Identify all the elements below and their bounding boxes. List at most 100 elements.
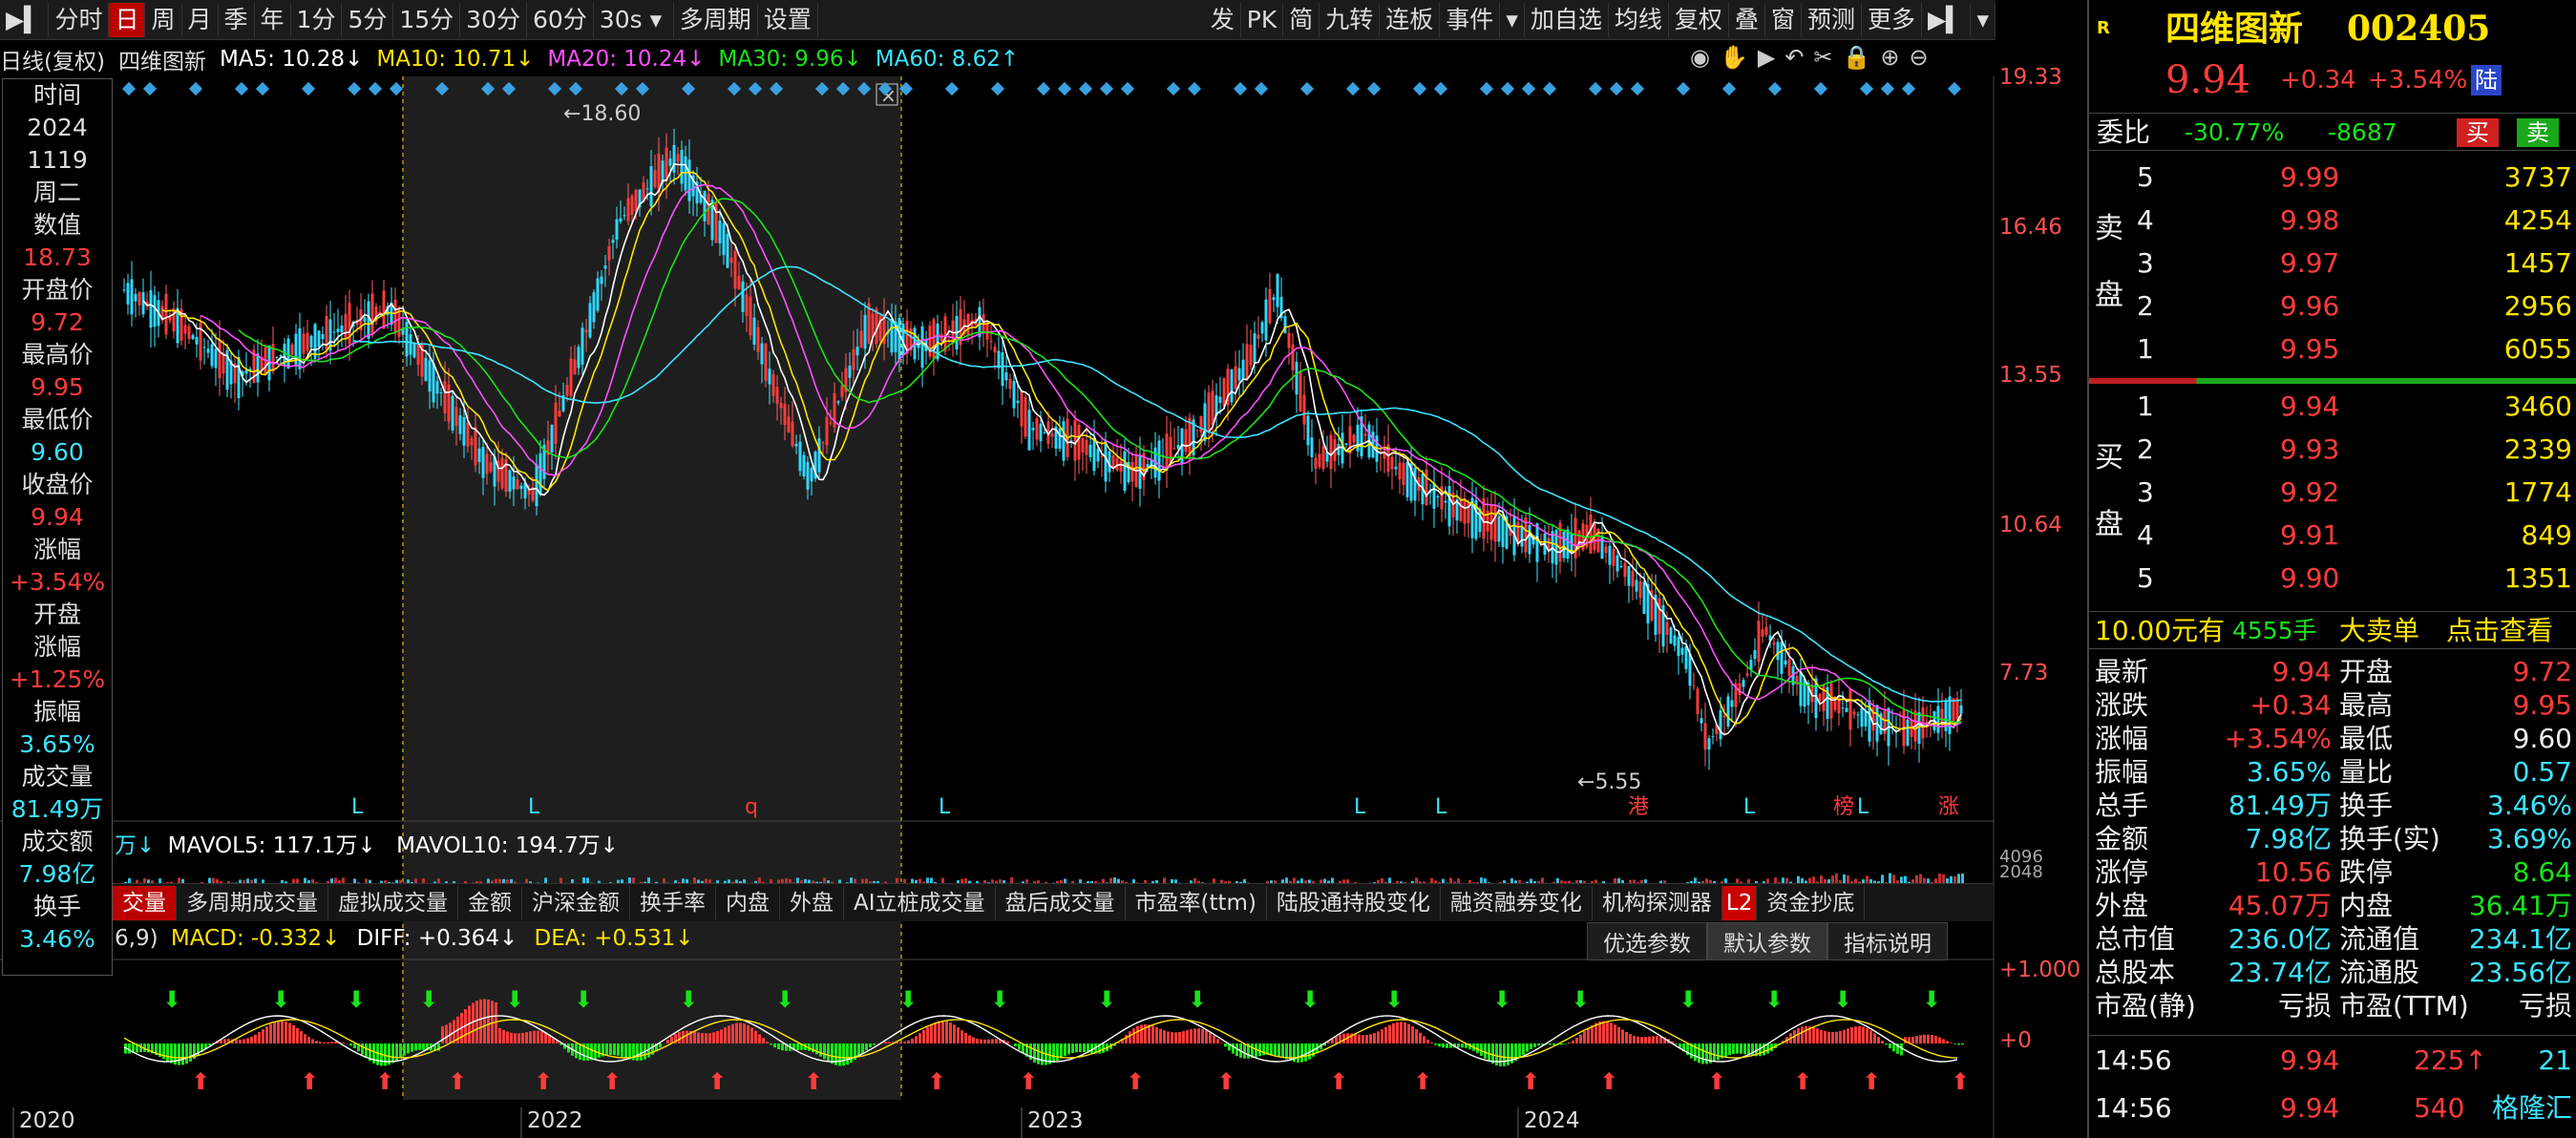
macd-bar: [1957, 1043, 1960, 1045]
tool-button[interactable]: 九转: [1320, 2, 1381, 37]
period-tab[interactable]: 1分: [291, 2, 343, 37]
candle-body: [703, 190, 707, 221]
ma10-label: MA10: 10.71↓: [376, 47, 535, 72]
optimal-param-button[interactable]: 优选参数: [1587, 922, 1707, 960]
macd-bar: [1827, 1031, 1830, 1043]
indicator-tab[interactable]: 机构探测器: [1593, 885, 1722, 920]
zoom-out-icon[interactable]: ⊖: [1910, 44, 1938, 71]
candle-body: [470, 437, 474, 446]
weibi-label: 委比: [2097, 116, 2151, 148]
buy-button[interactable]: 买: [2457, 118, 2499, 147]
info-key: 1119: [27, 146, 88, 174]
scissors-icon[interactable]: ✂: [1813, 44, 1842, 71]
tool-button[interactable]: 预测: [1802, 2, 1862, 37]
r-icon: R: [2097, 18, 2110, 38]
stat-key: 跌停: [2339, 856, 2394, 888]
stat-row: 金额 7.98亿 换手(实) 3.69%: [2089, 822, 2576, 855]
tick-volume: 540: [2414, 1092, 2465, 1124]
period-tab[interactable]: 15分: [393, 2, 461, 37]
tool-button[interactable]: 简: [1283, 2, 1320, 37]
tool-button[interactable]: 窗: [1765, 2, 1802, 37]
macd-bar: [1064, 1043, 1066, 1057]
candle-body: [1952, 698, 1955, 722]
signal-diamond: [1099, 81, 1114, 96]
collapse-arrow-icon[interactable]: ▶▍: [1922, 2, 1972, 37]
indicator-tab[interactable]: 盘后成交量: [996, 885, 1126, 920]
zoom-in-icon[interactable]: ⊕: [1880, 44, 1909, 71]
candle-body: [1677, 637, 1680, 657]
macd-bar: [1174, 1032, 1177, 1043]
indicator-tab[interactable]: 融资融券变化: [1441, 885, 1593, 920]
indicator-tab[interactable]: 内盘: [716, 885, 780, 920]
period-tab[interactable]: 分时: [49, 2, 110, 37]
indicator-help-button[interactable]: 指标说明: [1827, 922, 1948, 960]
chevron-down-icon[interactable]: ▾: [1971, 2, 1995, 37]
tool-button[interactable]: 更多: [1862, 2, 1922, 37]
candle-body: [294, 333, 298, 367]
menu-arrow-icon[interactable]: ▶▍: [0, 2, 50, 37]
chart-tools[interactable]: ◉✋▶↶✂🔒⊕⊖: [1690, 44, 1938, 71]
macd-bar: [1850, 1027, 1853, 1043]
indicator-tab[interactable]: 陆股通持股变化: [1267, 885, 1441, 920]
lock-icon[interactable]: 🔒: [1843, 44, 1881, 71]
multi-period-button[interactable]: 多周期: [674, 2, 758, 37]
period-tab[interactable]: 5分: [342, 2, 394, 37]
tool-button[interactable]: 叠: [1729, 2, 1765, 37]
period-tab[interactable]: 年: [255, 2, 291, 37]
candle-body: [1799, 671, 1803, 706]
macd-bar: [1159, 1028, 1162, 1043]
macd-bar: [953, 1024, 956, 1043]
indicator-tab[interactable]: 多周期成交量: [177, 885, 328, 920]
candle-body: [1764, 626, 1768, 636]
macd-bar: [1552, 1043, 1555, 1045]
indicator-tab[interactable]: 金额: [458, 885, 522, 920]
play-icon[interactable]: ▶: [1758, 44, 1784, 71]
period-tab[interactable]: 季: [219, 2, 255, 37]
tool-button[interactable]: 复权: [1669, 2, 1729, 37]
macd-bar: [1297, 1043, 1299, 1063]
candle-body: [737, 275, 741, 290]
default-param-button[interactable]: 默认参数: [1707, 922, 1827, 960]
tool-button[interactable]: 事件: [1440, 2, 1501, 37]
indicator-tab[interactable]: 虚拟成交量: [328, 885, 458, 920]
macd-bar: [621, 1043, 623, 1057]
hand-icon[interactable]: ✋: [1720, 44, 1758, 71]
candle-body: [1218, 396, 1222, 403]
indicator-tab[interactable]: 资金抄底: [1757, 885, 1866, 920]
indicator-tab[interactable]: 换手率: [630, 885, 716, 920]
candle-body: [1283, 316, 1287, 334]
macd-bar: [1258, 1043, 1261, 1057]
macd-bar: [1931, 1035, 1933, 1043]
eye-icon[interactable]: ◉: [1690, 44, 1720, 71]
indicator-tab[interactable]: 沪深金额: [522, 885, 630, 920]
candle-body: [302, 333, 306, 354]
period-tab[interactable]: 30分: [460, 2, 527, 37]
period-tab[interactable]: 60分: [527, 2, 594, 37]
tool-button[interactable]: 加自选: [1525, 2, 1609, 37]
tick-price: 9.94: [2280, 1044, 2340, 1076]
macd-bar: [292, 1024, 295, 1043]
info-key: 换手: [32, 893, 81, 920]
tool-button[interactable]: PK: [1241, 2, 1284, 37]
candle-body: [1264, 299, 1268, 341]
tool-button[interactable]: 均线: [1609, 2, 1669, 37]
bigorder-link[interactable]: 点击查看: [2446, 612, 2553, 650]
info-value: 9.60: [31, 438, 84, 466]
indicator-tab[interactable]: L2: [1721, 885, 1758, 920]
tool-button[interactable]: 连板: [1380, 2, 1441, 37]
indicator-tab[interactable]: 交量: [113, 885, 177, 920]
settings-button[interactable]: 设置: [758, 2, 818, 37]
indicator-tab[interactable]: 市盈率(ttm): [1126, 885, 1267, 920]
period-tab[interactable]: 月: [182, 2, 219, 37]
candle-body: [1776, 642, 1780, 661]
indicator-tab[interactable]: AI立桩成交量: [844, 885, 996, 920]
sell-button[interactable]: 卖: [2517, 118, 2559, 147]
period-dropdown[interactable]: 30s ▾: [594, 2, 674, 37]
undo-icon[interactable]: ↶: [1784, 44, 1813, 71]
period-tab[interactable]: 周: [145, 2, 182, 37]
tool-button[interactable]: 发: [1205, 2, 1241, 37]
indicator-tab[interactable]: 外盘: [780, 885, 844, 920]
kline-chart[interactable]: × ⬇⬆⬇⬆⬇⬆⬇⬆⬇⬆⬇⬆⬇⬆⬇⬆⬇⬆⬇⬆⬇⬆⬇⬆⬇⬆⬇⬆⬇⬆⬇⬆⬇⬆⬇⬆⬇⬆…: [0, 76, 2087, 1138]
chevron-down-icon[interactable]: ▾: [1500, 2, 1525, 37]
period-tab-active[interactable]: 日: [109, 2, 146, 37]
